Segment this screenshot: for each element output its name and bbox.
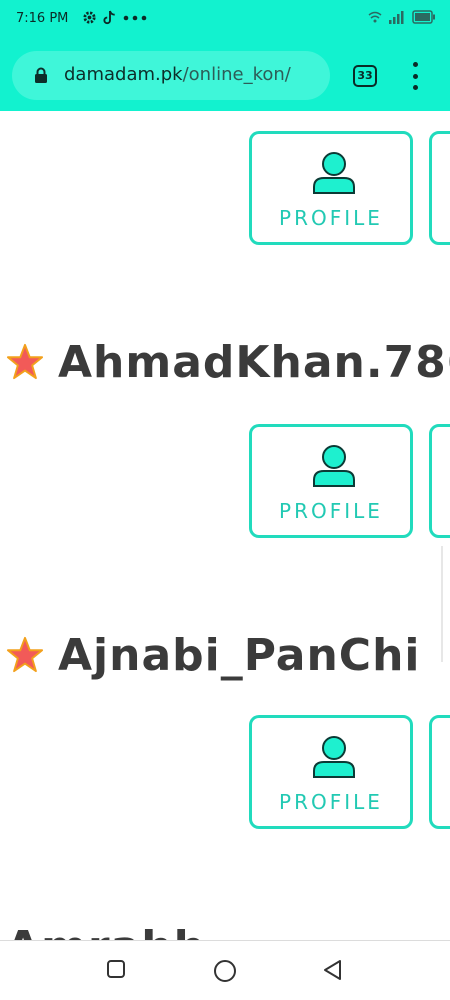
username: AhmadKhan.786	[58, 336, 450, 388]
home-icon[interactable]	[213, 959, 237, 983]
user-row[interactable]: Ajnabi_PanChi	[6, 625, 421, 685]
status-time: 7:16 PM	[16, 11, 69, 26]
more-dots-icon	[123, 15, 147, 20]
wifi-icon	[368, 11, 382, 23]
back-icon[interactable]	[322, 959, 344, 981]
status-notification-icons	[82, 10, 147, 25]
url-domain: damadam.pk	[64, 64, 183, 85]
profile-label: PROFILE	[279, 206, 383, 230]
partial-action-button[interactable]	[429, 715, 450, 829]
username: Ajnabi_PanChi	[58, 629, 421, 681]
star-icon	[6, 343, 44, 380]
address-bar[interactable]: damadam.pk/online_kon/	[12, 51, 330, 100]
username: Amrahh...	[6, 922, 259, 941]
tiktok-icon	[103, 10, 115, 25]
profile-button[interactable]: PROFILE	[249, 715, 413, 829]
status-system-icons	[368, 10, 436, 24]
user-row[interactable]: Amrahh...	[6, 917, 259, 941]
tab-switcher-button[interactable]: 33	[353, 65, 377, 87]
status-bar: 7:16 PM	[0, 0, 450, 40]
battery-icon	[412, 10, 435, 24]
partial-action-button[interactable]	[429, 424, 450, 538]
browser-menu-button[interactable]	[408, 62, 422, 90]
user-icon	[313, 736, 355, 778]
browser-toolbar: damadam.pk/online_kon/ 33	[0, 40, 450, 111]
gear-icon	[83, 11, 96, 24]
user-icon	[313, 152, 355, 194]
partial-action-button[interactable]	[429, 131, 450, 245]
profile-label: PROFILE	[279, 790, 383, 814]
scroll-edge-divider	[441, 546, 443, 662]
url-text: damadam.pk/online_kon/	[64, 64, 291, 85]
recents-icon[interactable]	[106, 959, 126, 979]
star-icon	[6, 636, 44, 673]
system-navigation-bar	[0, 940, 450, 1000]
profile-button[interactable]: PROFILE	[249, 424, 413, 538]
url-path: /online_kon/	[182, 64, 291, 85]
lock-icon	[35, 67, 47, 83]
user-row[interactable]: AhmadKhan.786	[6, 332, 450, 392]
profile-label: PROFILE	[279, 499, 383, 523]
signal-icon	[389, 11, 404, 24]
user-icon	[313, 445, 355, 487]
profile-button[interactable]: PROFILE	[249, 131, 413, 245]
tab-count: 33	[357, 69, 373, 82]
online-users-list: PROFILE AhmadKhan.786 PROFILE Ajnabi_Pan…	[0, 111, 450, 940]
